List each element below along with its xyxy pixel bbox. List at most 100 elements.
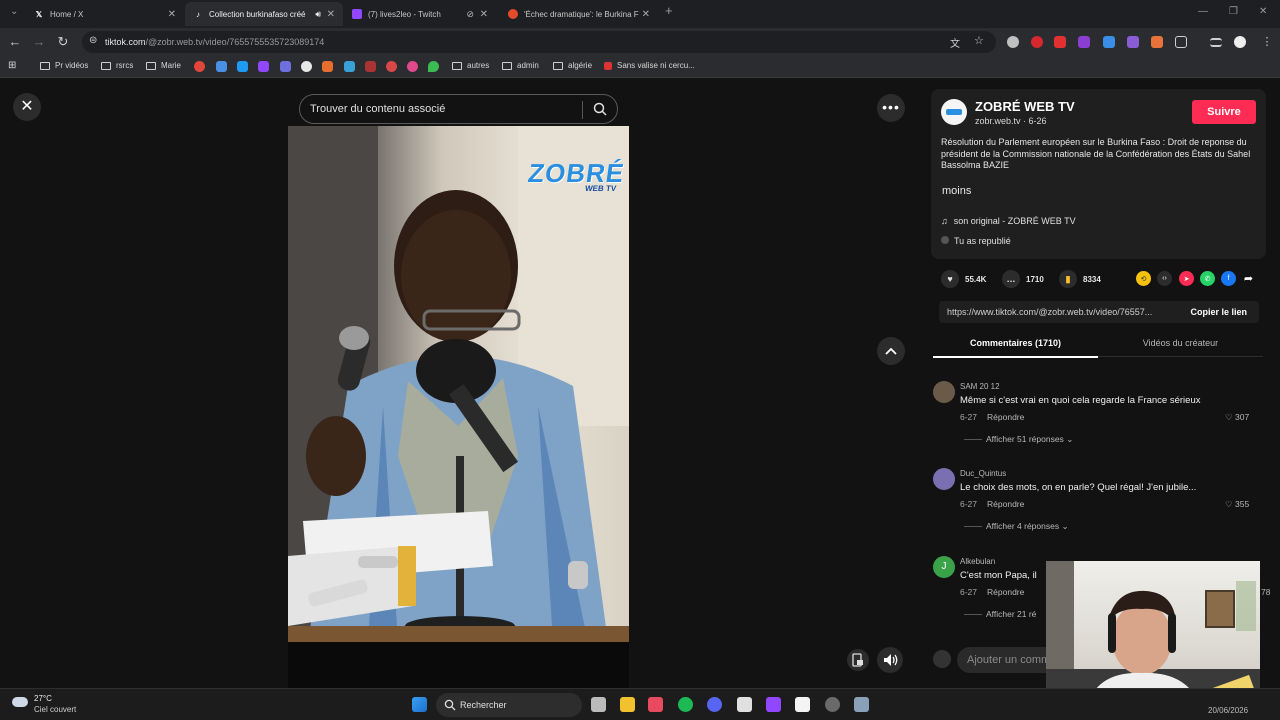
- view-replies-button[interactable]: Afficher 21 ré: [964, 609, 1036, 619]
- bookmark-favicon-icon[interactable]: [407, 61, 418, 72]
- save-button[interactable]: ▮ 8334: [1059, 270, 1101, 288]
- commenter-name[interactable]: Duc_Quintus: [960, 469, 1006, 478]
- bookmark-favicon-icon[interactable]: [386, 61, 397, 72]
- bookmark-favicon-icon[interactable]: [322, 61, 333, 72]
- tab-search-icon[interactable]: ⌄: [10, 6, 18, 17]
- whatsapp-icon[interactable]: ✆: [1200, 271, 1215, 286]
- commenter-avatar[interactable]: [933, 468, 955, 490]
- close-video-button[interactable]: ✕: [13, 93, 41, 121]
- view-replies-button[interactable]: Afficher 4 réponses ⌄: [964, 521, 1069, 532]
- maximize-icon[interactable]: ❐: [1229, 6, 1238, 17]
- speaker-icon[interactable]: 🔊︎: [315, 9, 321, 20]
- spotify-icon[interactable]: [678, 697, 693, 712]
- close-tab-icon[interactable]: ✕: [168, 9, 176, 20]
- discord-icon[interactable]: [707, 697, 722, 712]
- like-button[interactable]: ♥ 55.4K: [941, 270, 986, 288]
- tab-twitch[interactable]: (7) lives2leo - Twitch ⊘ ✕: [344, 2, 496, 26]
- notepad-icon[interactable]: [795, 697, 810, 712]
- close-tab-icon[interactable]: ✕: [480, 9, 488, 20]
- bookmark-favicon-icon[interactable]: [280, 61, 291, 72]
- bookmark-favicon-icon[interactable]: [194, 61, 205, 72]
- adblock-icon[interactable]: [1054, 36, 1066, 48]
- bookmark-sans-valise[interactable]: Sans valise ni cercu...: [604, 61, 695, 70]
- author-avatar[interactable]: [941, 99, 967, 125]
- site-info-icon[interactable]: ⊜: [89, 35, 97, 46]
- translate-icon[interactable]: 文: [950, 35, 960, 50]
- show-less-link[interactable]: moins: [942, 185, 971, 197]
- extension-icon[interactable]: [1127, 36, 1139, 48]
- bookmark-folder-algerie[interactable]: algérie: [553, 61, 592, 70]
- commenter-avatar[interactable]: J: [933, 556, 955, 578]
- twitch-app-icon[interactable]: [766, 697, 781, 712]
- bookmark-favicon-icon[interactable]: [428, 61, 439, 72]
- settings-gear-icon[interactable]: [854, 697, 869, 712]
- url-bar[interactable]: ⊜ tiktok.com/@zobr.web.tv/video/76557555…: [82, 31, 996, 53]
- task-view-icon[interactable]: [591, 697, 606, 712]
- copy-link-button[interactable]: Copier le lien: [1190, 307, 1247, 317]
- more-options-button[interactable]: •••: [877, 94, 905, 122]
- repost-share-icon[interactable]: ⟲: [1136, 271, 1151, 286]
- snipping-tool-icon[interactable]: [648, 697, 663, 712]
- embed-code-icon[interactable]: ‹›: [1157, 271, 1172, 286]
- back-icon[interactable]: ←: [7, 34, 23, 50]
- profile-icon[interactable]: [1234, 36, 1246, 48]
- video-player[interactable]: ZOBRÉ WEB TV: [288, 126, 629, 688]
- new-tab-icon[interactable]: +: [665, 3, 673, 18]
- reading-list-icon[interactable]: [1210, 38, 1222, 47]
- bookmark-folder-autres[interactable]: autres: [452, 61, 489, 70]
- taskbar-date[interactable]: 20/06/2026: [1208, 706, 1248, 715]
- author-name[interactable]: ZOBRÉ WEB TV: [975, 99, 1075, 114]
- extension-icon[interactable]: [1007, 36, 1019, 48]
- extensions-puzzle-icon[interactable]: [1175, 36, 1187, 48]
- view-replies-button[interactable]: Afficher 51 réponses ⌄: [964, 434, 1073, 445]
- extension-icon[interactable]: [1031, 36, 1043, 48]
- tab-comments[interactable]: Commentaires (1710): [933, 338, 1098, 348]
- extension-icon[interactable]: [1151, 36, 1163, 48]
- related-content-search[interactable]: Trouver du contenu associé: [299, 94, 618, 124]
- tab-x-home[interactable]: 𝕏 Home / X ✕: [26, 2, 184, 26]
- taskbar-search[interactable]: Rechercher: [436, 693, 582, 717]
- commenter-avatar[interactable]: [933, 381, 955, 403]
- bookmark-favicon-icon[interactable]: [237, 61, 248, 72]
- comment-like-button[interactable]: ♡ 307: [1225, 412, 1249, 423]
- weather-temperature[interactable]: 27°C: [34, 694, 52, 703]
- bookmark-favicon-icon[interactable]: [258, 61, 269, 72]
- bookmark-folder-pr-videos[interactable]: Pr vidéos: [40, 61, 88, 70]
- reply-button[interactable]: Répondre: [987, 587, 1024, 597]
- reply-button[interactable]: Répondre: [987, 499, 1024, 509]
- muted-icon[interactable]: ⊘: [466, 9, 474, 20]
- apps-grid-icon[interactable]: ⊞: [8, 60, 16, 71]
- extension-icon[interactable]: [1078, 36, 1090, 48]
- bookmark-folder-admin[interactable]: admin: [502, 61, 539, 70]
- close-tab-icon[interactable]: ✕: [327, 9, 335, 20]
- search-icon[interactable]: [593, 102, 607, 116]
- bookmark-favicon-icon[interactable]: [344, 61, 355, 72]
- close-window-icon[interactable]: ✕: [1259, 6, 1267, 17]
- previous-video-button[interactable]: [877, 337, 905, 365]
- comment-like-button[interactable]: ♡ 355: [1225, 499, 1249, 510]
- file-explorer-icon[interactable]: [620, 697, 635, 712]
- comment-like-button[interactable]: 78: [1261, 587, 1270, 597]
- commenter-name[interactable]: SAM 20 12: [960, 382, 1000, 391]
- send-to-friends-icon[interactable]: ➤: [1179, 271, 1194, 286]
- tab-news[interactable]: 'Échec dramatique': le Burkina F ✕: [500, 2, 658, 26]
- facebook-icon[interactable]: f: [1221, 271, 1236, 286]
- bookmark-favicon-icon[interactable]: [301, 61, 312, 72]
- obs-icon[interactable]: [825, 697, 840, 712]
- close-tab-icon[interactable]: ✕: [642, 9, 650, 20]
- commenter-name[interactable]: Alkebulan: [960, 557, 995, 566]
- start-windows-icon[interactable]: [412, 697, 427, 712]
- extension-icon[interactable]: [1103, 36, 1115, 48]
- share-arrow-icon[interactable]: ➦: [1241, 271, 1256, 286]
- follow-button[interactable]: Suivre: [1192, 100, 1256, 124]
- original-sound-link[interactable]: ♫ son original - ZOBRÉ WEB TV: [941, 216, 1076, 226]
- bookmark-folder-marie[interactable]: Marie: [146, 61, 181, 70]
- reply-button[interactable]: Répondre: [987, 412, 1024, 422]
- minimize-icon[interactable]: —: [1198, 6, 1208, 17]
- volume-button[interactable]: [877, 647, 903, 673]
- chrome-icon[interactable]: [737, 697, 752, 712]
- comment-button[interactable]: … 1710: [1002, 270, 1044, 288]
- weather-cloud-icon[interactable]: [12, 697, 28, 707]
- tab-creator-videos[interactable]: Vidéos du créateur: [1098, 338, 1263, 348]
- forward-icon[interactable]: →: [31, 34, 47, 50]
